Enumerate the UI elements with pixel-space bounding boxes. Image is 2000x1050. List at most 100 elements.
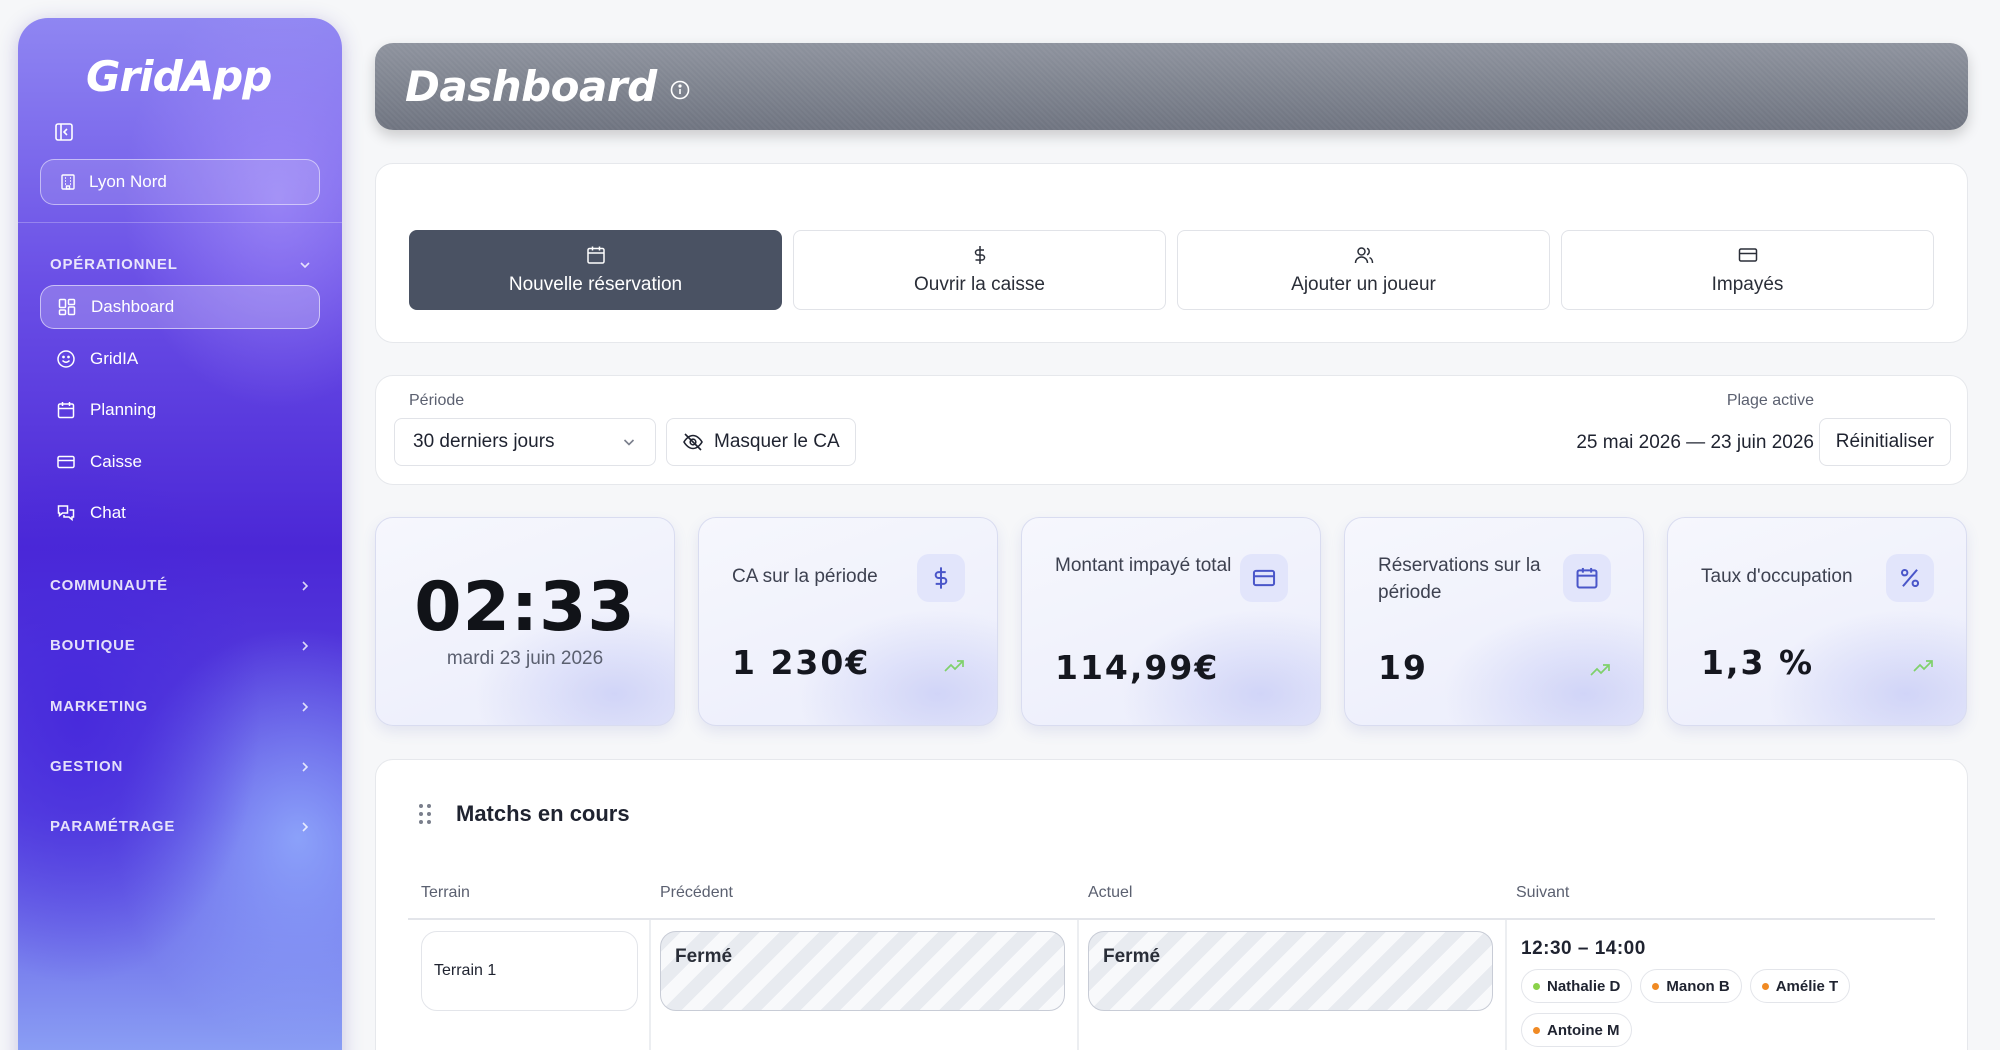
matches-title: Matchs en cours [456,801,630,826]
site-name: Lyon Nord [89,172,167,191]
player-chip[interactable]: Antoine M [1521,1013,1632,1047]
new-reservation-button[interactable]: Nouvelle réservation [409,230,782,310]
column-header-next: Suivant [1516,884,1570,901]
reset-button[interactable]: Réinitialiser [1818,418,1951,466]
grid-icon [58,298,76,316]
credit-card-icon [1252,569,1276,587]
section-operationnel[interactable]: OPÉRATIONNEL [50,256,312,273]
kpi-value: 1 230€ [732,643,871,682]
sidebar-item-planning[interactable]: Planning [40,388,320,432]
sidebar-item-label: Caisse [90,452,142,471]
add-player-button[interactable]: Ajouter un joueur [1177,230,1550,310]
period-value: 30 derniers jours [413,431,555,452]
clock-time: 02:33 [414,568,636,647]
period-select[interactable]: 30 derniers jours [394,418,656,466]
player-chip[interactable]: Amélie T [1749,969,1851,1003]
column-divider [649,920,651,1050]
terrain-cell[interactable]: Terrain 1 [421,931,638,1011]
table-divider [408,918,1935,920]
sidebar-item-label: GridIA [90,349,139,368]
dollar-icon [974,246,985,264]
player-name: Nathalie D [1547,977,1621,995]
kpi-revenue: CA sur la période 1 230€ [698,517,998,726]
kpi-icon-box [1886,554,1934,602]
section-communaute-label: COMMUNAUTÉ [50,577,168,594]
site-selector[interactable]: Lyon Nord [40,159,320,205]
section-parametrage[interactable]: PARAMÉTRAGE [50,818,312,835]
unpaid-button[interactable]: Impayés [1561,230,1934,310]
page-header: Dashboard [375,43,1968,130]
kpi-value: 19 [1378,648,1428,687]
kpi-reservations: Réservations sur la période 19 [1344,517,1644,726]
calendar-icon [57,402,75,419]
chevron-right-icon [302,761,309,772]
status-dot [1533,1026,1540,1034]
trend-up-icon [1913,660,1933,672]
chevron-down-icon [623,439,635,446]
player-chip[interactable]: Manon B [1640,969,1742,1003]
column-header-current: Actuel [1088,884,1133,901]
quick-actions-card: Nouvelle réservation Ouvrir la caisse Aj… [375,163,1968,343]
smile-icon [57,350,75,368]
new-reservation-label: Nouvelle réservation [508,274,683,295]
section-parametrage-label: PARAMÉTRAGE [50,818,176,835]
column-header-previous: Précédent [660,884,733,901]
sidebar-item-caisse[interactable]: Caisse [40,440,320,484]
player-chip[interactable]: Nathalie D [1521,969,1633,1003]
hide-revenue-label: Masquer le CA [714,431,840,452]
column-divider [1077,920,1079,1050]
kpi-icon-box [1240,554,1288,602]
chevron-right-icon [302,701,309,712]
next-slot-players: Nathalie D Manon B Amélie T Antoine M [1521,969,1921,1047]
active-range-value: 25 mai 2026 — 23 juin 2026 [1576,432,1814,453]
chevron-right-icon [302,640,309,651]
status-dot [1533,982,1540,990]
page-title: Dashboard [405,62,657,111]
kpi-occupancy: Taux d'occupation 1,3 % [1667,517,1967,726]
chevron-right-icon [302,580,309,591]
sidebar-item-chat[interactable]: Chat [40,491,320,535]
kpi-value: 1,3 % [1701,643,1815,682]
credit-card-icon [1738,248,1757,262]
sidebar-item-label: Chat [90,503,126,522]
sidebar-item-gridia[interactable]: GridIA [40,337,320,381]
drag-handle-icon[interactable] [418,802,432,826]
filters-card: Période 30 derniers jours Masquer le CA … [375,375,1968,485]
section-marketing-label: MARKETING [50,698,149,715]
hide-revenue-button[interactable]: Masquer le CA [666,418,856,466]
status-dot [1652,982,1660,990]
clock-tile: 02:33 mardi 23 juin 2026 [375,517,675,726]
info-icon[interactable] [669,79,691,101]
trend-up-icon [944,660,964,672]
period-label: Période [409,392,465,409]
section-operationnel-label: OPÉRATIONNEL [50,256,178,273]
credit-card-icon [57,455,75,469]
status-dot [1761,982,1769,990]
sidebar-item-dashboard[interactable]: Dashboard [40,285,320,329]
unpaid-label: Impayés [1711,274,1784,295]
kpi-icon-box [1563,554,1611,602]
dollar-icon [934,567,948,589]
section-boutique[interactable]: BOUTIQUE [50,637,312,654]
sidebar-divider [18,222,342,223]
kpi-unpaid: Montant impayé total 114,99€ [1021,517,1321,726]
percent-icon [1900,568,1920,588]
kpi-icon-box [917,554,965,602]
open-register-button[interactable]: Ouvrir la caisse [793,230,1166,310]
kpi-value: 114,99€ [1055,648,1220,687]
sidebar-collapse-icon[interactable] [54,122,74,142]
section-gestion[interactable]: GESTION [50,758,312,775]
previous-slot-closed[interactable]: Fermé [660,931,1065,1011]
section-communaute[interactable]: COMMUNAUTÉ [50,577,312,594]
kpi-title: Réservations sur la période [1378,555,1541,603]
player-name: Manon B [1666,977,1730,995]
section-marketing[interactable]: MARKETING [50,698,312,715]
trend-up-icon [1590,664,1610,676]
calendar-icon [1576,567,1598,589]
add-player-label: Ajouter un joueur [1291,274,1436,295]
building-icon [61,174,75,190]
section-boutique-label: BOUTIQUE [50,637,136,654]
current-slot-closed[interactable]: Fermé [1088,931,1493,1011]
app-logo[interactable]: GridApp [86,52,272,101]
chevron-right-icon [302,821,309,832]
